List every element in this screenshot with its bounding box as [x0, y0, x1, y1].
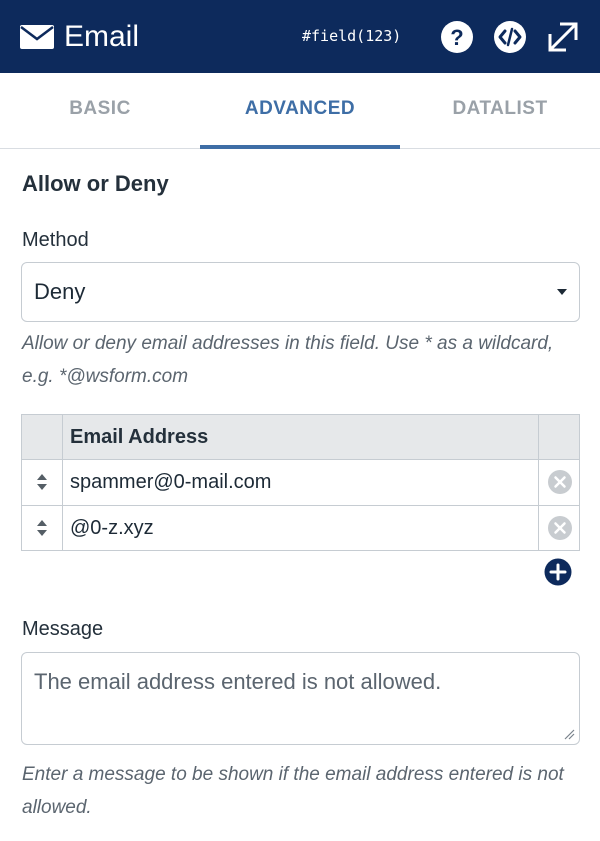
message-textarea-value: The email address entered is not allowed… — [34, 669, 442, 694]
sort-handle-icon[interactable] — [36, 519, 48, 537]
section-title: Allow or Deny — [22, 171, 169, 196]
tab-advanced[interactable]: ADVANCED — [200, 73, 400, 149]
table-header: Email Address — [22, 415, 579, 460]
message-textarea[interactable]: The email address entered is not allowed… — [21, 652, 580, 745]
table-row: @0-z.xyz — [22, 505, 579, 550]
caret-down-icon — [557, 289, 567, 295]
sort-column-header — [22, 415, 63, 459]
email-address-table: Email Address spammer@0-mail.com @0-z.xy… — [21, 414, 580, 551]
method-label: Method — [22, 229, 89, 251]
delete-row-icon[interactable] — [547, 469, 573, 495]
tab-basic[interactable]: BASIC — [0, 73, 200, 149]
delete-cell — [538, 506, 579, 550]
resize-grip-icon[interactable] — [563, 728, 575, 740]
panel-header: Email #field(123) ? — [0, 0, 600, 73]
question-circle-icon[interactable]: ? — [440, 20, 474, 54]
settings-tabs: BASIC ADVANCED DATALIST — [0, 73, 600, 149]
sort-handle-icon[interactable] — [36, 473, 48, 491]
expand-arrows-icon[interactable] — [546, 20, 580, 54]
method-help-text: Allow or deny email addresses in this fi… — [22, 333, 554, 387]
method-select-value: Deny — [34, 279, 86, 304]
field-type-title: Email — [64, 20, 140, 53]
message-label: Message — [22, 618, 104, 640]
method-select[interactable]: Deny — [21, 262, 580, 322]
add-row-icon[interactable] — [544, 558, 572, 586]
field-shortcode[interactable]: #field(123) — [302, 26, 401, 46]
message-help-text: Enter a message to be shown if the email… — [22, 764, 564, 818]
sort-cell — [22, 460, 63, 505]
email-address-column-header: Email Address — [70, 426, 209, 448]
svg-text:?: ? — [450, 25, 463, 50]
envelope-icon — [20, 25, 54, 49]
code-circle-icon[interactable] — [493, 20, 527, 54]
delete-cell — [538, 460, 579, 505]
email-address-cell[interactable]: @0-z.xyz — [70, 517, 154, 540]
tab-datalist[interactable]: DATALIST — [400, 73, 600, 149]
table-row: spammer@0-mail.com — [22, 460, 579, 505]
email-address-cell[interactable]: spammer@0-mail.com — [70, 471, 271, 494]
sort-cell — [22, 506, 63, 550]
delete-column-header — [538, 415, 579, 459]
delete-row-icon[interactable] — [547, 515, 573, 541]
